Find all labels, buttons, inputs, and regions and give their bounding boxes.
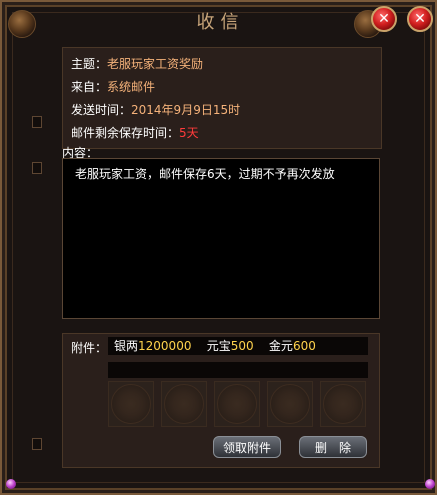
from-value: 系统邮件 [107, 80, 156, 94]
attachment-slot[interactable] [267, 381, 313, 427]
close-button-1[interactable]: ✕ [371, 6, 397, 32]
sent-time-value: 2014年9月9日15时 [131, 103, 241, 117]
subject-label: 主题： [71, 57, 108, 71]
attachment-slot[interactable] [214, 381, 260, 427]
silver-label: 银两 [114, 339, 139, 353]
claim-attachment-button[interactable]: 领取附件 [213, 436, 281, 458]
delete-button[interactable]: 删 除 [299, 436, 367, 458]
subject-value: 老服玩家工资奖励 [107, 57, 204, 71]
attachment-slot[interactable] [108, 381, 154, 427]
side-stub [32, 162, 42, 174]
side-stub [32, 438, 42, 450]
close-button-2[interactable]: ✕ [407, 6, 433, 32]
gold-label: 金元 [268, 339, 293, 353]
empty-slot-icon [323, 384, 363, 424]
attachment-currencies: 银两1200000 元宝500 金元600 [108, 337, 368, 355]
subject-row: 主题：老服玩家工资奖励 [71, 55, 203, 71]
silver-value: 1200000 [138, 339, 192, 353]
from-label: 来自： [71, 80, 108, 94]
retention-label: 邮件剩余保存时间： [71, 126, 180, 140]
attachment-slot[interactable] [161, 381, 207, 427]
mail-window: 收信 ✕ ✕ 主题：老服玩家工资奖励 来自：系统邮件 发送时间：2014年9月9… [0, 0, 437, 495]
mail-info-panel: 主题：老服玩家工资奖励 来自：系统邮件 发送时间：2014年9月9日15时 邮件… [62, 47, 382, 149]
sent-time-label: 发送时间： [71, 103, 132, 117]
mail-body-text: 老服玩家工资，邮件保存6天，过期不予再次发放 [75, 167, 335, 181]
yuanbao-label: 元宝 [206, 339, 231, 353]
corner-gem-right [425, 479, 435, 489]
attachment-panel: 附件： 银两1200000 元宝500 金元600 领取附件 删 除 [62, 333, 380, 468]
empty-slot-icon [164, 384, 204, 424]
close-icon: ✕ [378, 11, 390, 27]
side-stub [32, 116, 42, 128]
corner-gem-left [6, 479, 16, 489]
attachment-slot[interactable] [320, 381, 366, 427]
yuanbao-value: 500 [230, 339, 254, 353]
from-row: 来自：系统邮件 [71, 78, 155, 94]
attachment-label: 附件： [71, 341, 108, 355]
retention-row: 邮件剩余保存时间：5天 [71, 124, 199, 140]
empty-slot-icon [111, 384, 151, 424]
retention-value: 5天 [179, 126, 199, 140]
mail-body: 老服玩家工资，邮件保存6天，过期不予再次发放 [62, 158, 380, 319]
sent-time-row: 发送时间：2014年9月9日15时 [71, 101, 240, 117]
close-icon: ✕ [414, 11, 426, 27]
empty-slot-icon [270, 384, 310, 424]
gold-value: 600 [292, 339, 316, 353]
empty-slot-icon [217, 384, 257, 424]
attachment-bar [108, 362, 368, 378]
